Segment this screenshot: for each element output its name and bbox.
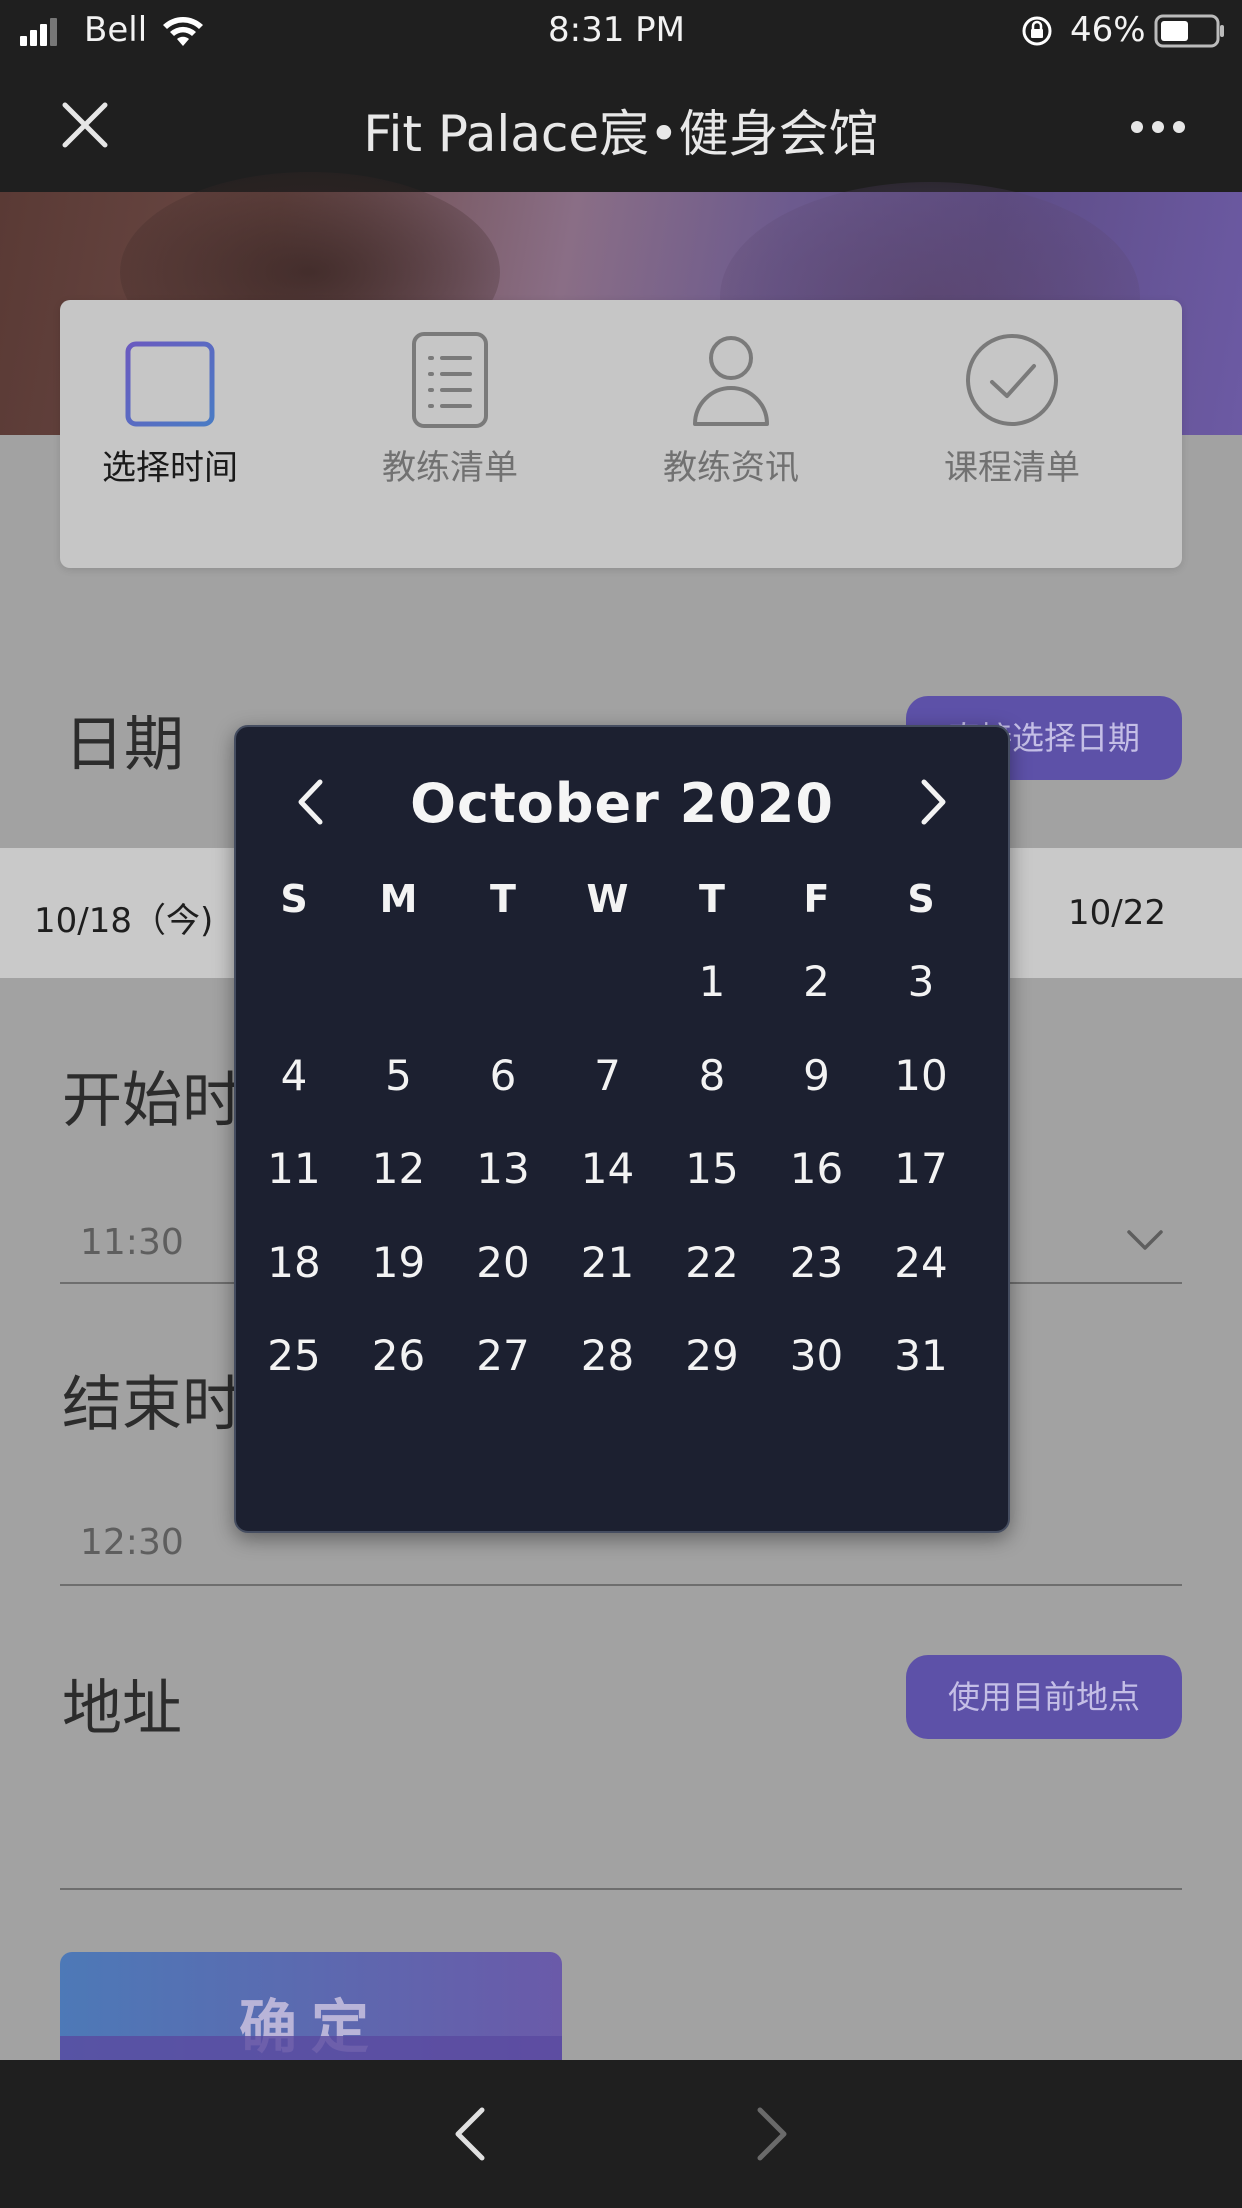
- battery-percent: 46%: [1070, 10, 1146, 50]
- calendar-icon: [125, 331, 215, 427]
- calendar-day[interactable]: 18: [241, 1238, 347, 1287]
- calendar-day[interactable]: 4: [241, 1051, 347, 1100]
- calendar-day[interactable]: 9: [764, 1051, 870, 1100]
- battery-icon: [1154, 14, 1224, 48]
- calendar-day[interactable]: 8: [659, 1051, 765, 1100]
- carrier-label: Bell: [84, 10, 148, 50]
- calendar-day[interactable]: 15: [659, 1144, 765, 1193]
- calendar-day[interactable]: 20: [450, 1238, 556, 1287]
- calendar-day[interactable]: 19: [346, 1238, 452, 1287]
- calendar-day[interactable]: 29: [659, 1331, 765, 1380]
- confirm-button[interactable]: 确定: [60, 1952, 562, 2062]
- calendar-day[interactable]: 23: [764, 1238, 870, 1287]
- calendar-day[interactable]: 24: [868, 1238, 974, 1287]
- calendar-day[interactable]: 31: [868, 1331, 974, 1380]
- date-item[interactable]: 10/22: [1068, 893, 1166, 933]
- back-icon[interactable]: [452, 2106, 488, 2162]
- weekday-header: T: [699, 877, 725, 921]
- calendar-day[interactable]: 17: [868, 1144, 974, 1193]
- booking-steps: 选择时间 教练清单 教练资讯 课程清单: [60, 300, 1182, 568]
- weekday-header: F: [803, 877, 830, 921]
- calendar-day[interactable]: 6: [450, 1051, 556, 1100]
- step-label: 教练清单: [382, 448, 518, 488]
- signal-icon: [20, 18, 57, 46]
- nav-bar: Fit Palace宸•健身会馆: [0, 64, 1242, 192]
- calendar-day[interactable]: 7: [555, 1051, 661, 1100]
- date-today[interactable]: 10/18（今): [34, 893, 213, 942]
- weekday-header: S: [907, 877, 935, 921]
- divider: [60, 1584, 1182, 1586]
- calendar-month-title: October 2020: [410, 772, 834, 835]
- calendar-day[interactable]: 11: [241, 1144, 347, 1193]
- chevron-down-icon[interactable]: [1126, 1228, 1164, 1252]
- use-current-location-button[interactable]: 使用目前地点: [906, 1655, 1182, 1739]
- step-coach-list[interactable]: 教练清单: [340, 330, 560, 530]
- chevron-right-icon[interactable]: [918, 777, 950, 827]
- end-time-field[interactable]: 12:30: [80, 1522, 184, 1563]
- weekday-header: T: [490, 877, 516, 921]
- calendar-day[interactable]: 21: [555, 1238, 661, 1287]
- step-course-list[interactable]: 课程清单: [902, 330, 1122, 530]
- check-circle-icon: [966, 334, 1058, 426]
- calendar-popup: October 2020 S M T W T F S 1 2 3 4 5 6 7 8 9 10 11 12 13 14 1…: [234, 725, 1010, 1533]
- address-title: 地址: [62, 1674, 182, 1744]
- step-label: 课程清单: [944, 448, 1080, 488]
- step-label: 教练资讯: [663, 448, 799, 488]
- calendar-day[interactable]: 1: [659, 957, 765, 1006]
- calendar-day[interactable]: 3: [868, 957, 974, 1006]
- date-title: 日期: [64, 710, 184, 780]
- calendar-day[interactable]: 26: [346, 1331, 452, 1380]
- calendar-day[interactable]: 10: [868, 1051, 974, 1100]
- calendar-day[interactable]: 16: [764, 1144, 870, 1193]
- weekday-header: M: [379, 877, 418, 921]
- address-field[interactable]: [60, 1888, 1182, 1890]
- weekday-header: W: [586, 877, 629, 921]
- close-icon[interactable]: [60, 100, 110, 150]
- weekday-header: S: [280, 877, 308, 921]
- calendar-day[interactable]: 22: [659, 1238, 765, 1287]
- status-bar: Bell 8:31 PM 46%: [0, 0, 1242, 64]
- orientation-lock-icon: [1022, 16, 1052, 46]
- step-select-time[interactable]: 选择时间: [60, 330, 280, 530]
- calendar-day[interactable]: 13: [450, 1144, 556, 1193]
- clock-label: 8:31 PM: [548, 10, 685, 50]
- wifi-icon: [163, 17, 203, 46]
- browser-toolbar: [0, 2060, 1242, 2208]
- calendar-day[interactable]: 12: [346, 1144, 452, 1193]
- page-title: Fit Palace宸•健身会馆: [363, 105, 879, 163]
- calendar-day[interactable]: 28: [555, 1331, 661, 1380]
- calendar-day[interactable]: 25: [241, 1331, 347, 1380]
- calendar-day[interactable]: 14: [555, 1144, 661, 1193]
- calendar-day[interactable]: 5: [346, 1051, 452, 1100]
- calendar-day[interactable]: 2: [764, 957, 870, 1006]
- start-time-field[interactable]: 11:30: [80, 1222, 184, 1263]
- calendar-day[interactable]: 27: [450, 1331, 556, 1380]
- list-icon: [412, 332, 488, 428]
- step-label: 选择时间: [102, 448, 238, 488]
- more-icon[interactable]: [1130, 120, 1186, 134]
- person-icon: [693, 336, 769, 426]
- forward-icon[interactable]: [754, 2106, 790, 2162]
- step-coach-info[interactable]: 教练资讯: [621, 330, 841, 530]
- calendar-day[interactable]: 30: [764, 1331, 870, 1380]
